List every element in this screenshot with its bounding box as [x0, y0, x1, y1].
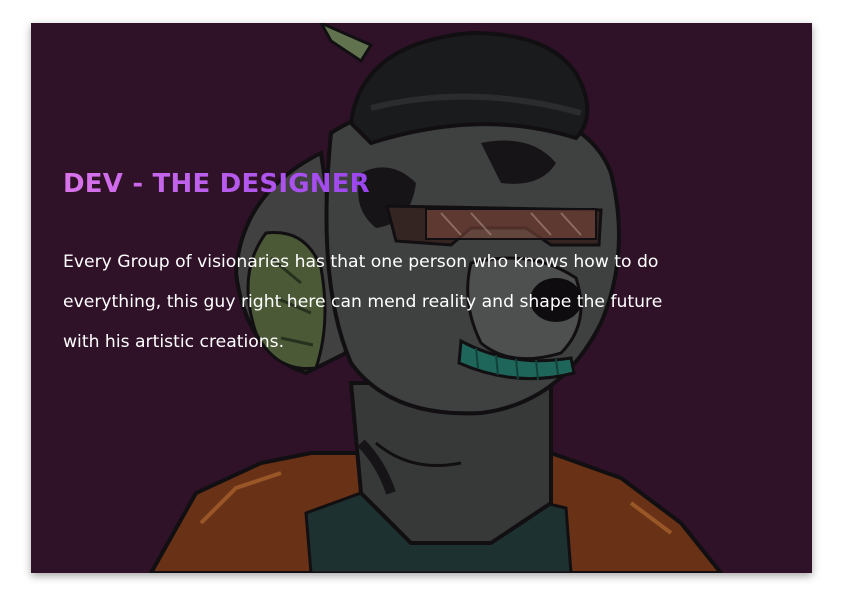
character-description: Every Group of visionaries has that one … — [63, 252, 663, 352]
profile-card: DEV - THE DESIGNER Every Group of vision… — [31, 23, 812, 573]
character-title: DEV - THE DESIGNER — [63, 169, 370, 199]
